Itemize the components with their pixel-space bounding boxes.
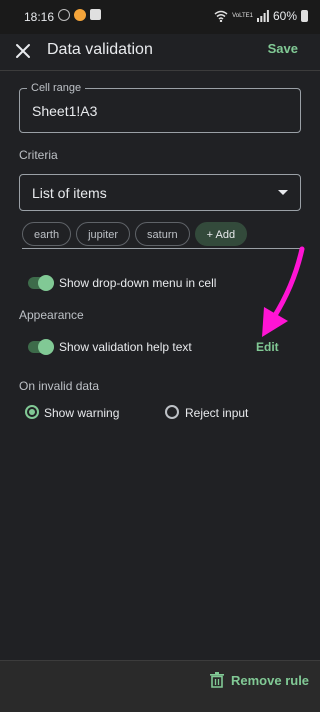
criteria-value: List of items	[32, 185, 107, 201]
dropdown-toggle-label: Show drop-down menu in cell	[59, 276, 217, 290]
criteria-label: Criteria	[19, 148, 58, 162]
item-chip-earth[interactable]: earth	[22, 222, 72, 246]
notification-icons	[58, 9, 101, 21]
appearance-label: Appearance	[19, 308, 84, 322]
reject-input-label: Reject input	[185, 406, 249, 420]
close-icon[interactable]	[12, 40, 34, 62]
page-title: Data validation	[47, 41, 153, 58]
chevron-down-icon	[278, 190, 288, 195]
network-type: VoLTE1	[232, 13, 253, 19]
signal-icon	[256, 10, 269, 22]
criteria-items: earth jupiter saturn + Add	[22, 222, 248, 246]
cell-range-label: Cell range	[27, 82, 86, 94]
toggle-thumb	[38, 339, 54, 355]
show-warning-label: Show warning	[44, 406, 120, 420]
message-icon	[90, 9, 101, 20]
save-button[interactable]: Save	[268, 41, 298, 56]
annotation-arrow	[262, 246, 305, 337]
cell-range-field[interactable]: Sheet1!A3	[19, 88, 301, 133]
invalid-data-label: On invalid data	[19, 379, 100, 393]
battery-icon	[301, 10, 308, 22]
help-text-toggle[interactable]	[28, 339, 54, 355]
wifi-icon	[214, 10, 228, 22]
reject-input-radio[interactable]	[165, 405, 179, 419]
battery-percent: 60%	[272, 9, 297, 23]
criteria-select[interactable]: List of items	[19, 174, 301, 211]
add-item-button[interactable]: + Add	[194, 222, 248, 246]
app-notification-icon	[74, 9, 86, 21]
show-warning-radio[interactable]	[25, 405, 39, 419]
item-chip-jupiter[interactable]: jupiter	[76, 222, 131, 246]
status-right-icons: VoLTE1 60%	[214, 9, 308, 23]
remove-rule-button[interactable]: Remove rule	[231, 673, 309, 688]
help-text-toggle-label: Show validation help text	[59, 340, 192, 354]
header-divider	[0, 70, 320, 71]
notification-icon	[58, 9, 70, 21]
item-chip-saturn[interactable]: saturn	[135, 222, 190, 246]
toggle-thumb	[38, 275, 54, 291]
trash-icon[interactable]	[210, 672, 224, 688]
dropdown-toggle[interactable]	[28, 275, 54, 291]
cell-range-value: Sheet1!A3	[32, 103, 98, 119]
status-time: 18:16	[24, 10, 55, 24]
